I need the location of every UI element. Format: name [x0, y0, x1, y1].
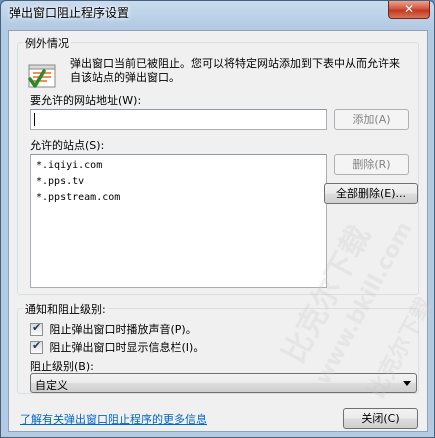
window-close-button[interactable]: ✕	[388, 1, 430, 19]
allowed-sites-label: 允许的站点(S):	[30, 139, 105, 152]
list-item[interactable]: *.ppstream.com	[34, 190, 323, 206]
exceptions-group-label: 例外情况	[23, 35, 71, 51]
show-infobar-checkbox[interactable]: ✔	[30, 338, 43, 354]
blocking-level-label: 阻止级别(B):	[30, 360, 94, 373]
checkmark-icon: ✔	[32, 338, 42, 352]
play-sound-checkbox[interactable]: ✔	[30, 320, 43, 336]
remove-all-button[interactable]: 全部删除(E)...	[324, 183, 418, 204]
close-button[interactable]: 关闭(C)	[343, 408, 418, 429]
list-item[interactable]: *.pps.tv	[34, 174, 323, 190]
text-caret	[34, 113, 35, 126]
checkmark-icon: ✔	[32, 320, 42, 334]
exceptions-description: 弹出窗口当前已被阻止。您可以将特定网站添加到下表中从而允许来自该站点的弹出窗口。	[70, 57, 400, 84]
website-address-input[interactable]	[30, 109, 327, 130]
window-title: 弹出窗口阻止程序设置	[9, 6, 130, 20]
address-label: 要允许的网站地址(W):	[30, 94, 142, 107]
show-infobar-option[interactable]: ✔ 阻止弹出窗口时显示信息栏(I)。	[30, 339, 204, 354]
play-sound-label: 阻止弹出窗口时播放声音(P)。	[49, 323, 197, 336]
popup-blocker-settings-window: 弹出窗口阻止程序设置 ✕ 例外情况 弹出窗口当前已被阻止。您可以将特定网站添加到…	[0, 0, 435, 438]
allowed-sites-list[interactable]: *.iqiyi.com *.pps.tv *.ppstream.com	[30, 154, 327, 288]
learn-more-link[interactable]: 了解有关弹出窗口阻止程序的更多信息	[20, 411, 207, 427]
show-infobar-label: 阻止弹出窗口时显示信息栏(I)。	[49, 341, 205, 354]
play-sound-option[interactable]: ✔ 阻止弹出窗口时播放声音(P)。	[30, 321, 197, 336]
notifications-group: 通知和阻止级别: ✔ 阻止弹出窗口时播放声音(P)。 ✔ 阻止弹出窗口时显示信息…	[17, 301, 419, 394]
list-item[interactable]: *.iqiyi.com	[34, 158, 323, 174]
title-bar[interactable]: 弹出窗口阻止程序设置 ✕	[1, 1, 434, 23]
add-button[interactable]: 添加(A)	[334, 109, 409, 130]
blocking-level-value: 自定义	[35, 379, 68, 392]
remove-button[interactable]: 删除(R)	[334, 154, 409, 175]
dialog-content: 例外情况 弹出窗口当前已被阻止。您可以将特定网站添加到下表中从而允许来自该站点的…	[8, 30, 435, 432]
shield-check-icon	[28, 64, 56, 88]
chevron-down-icon	[403, 381, 411, 386]
notifications-group-label: 通知和阻止级别:	[23, 301, 108, 317]
exceptions-group: 例外情况 弹出窗口当前已被阻止。您可以将特定网站添加到下表中从而允许来自该站点的…	[17, 35, 419, 295]
blocking-level-select[interactable]: 自定义	[30, 373, 417, 393]
